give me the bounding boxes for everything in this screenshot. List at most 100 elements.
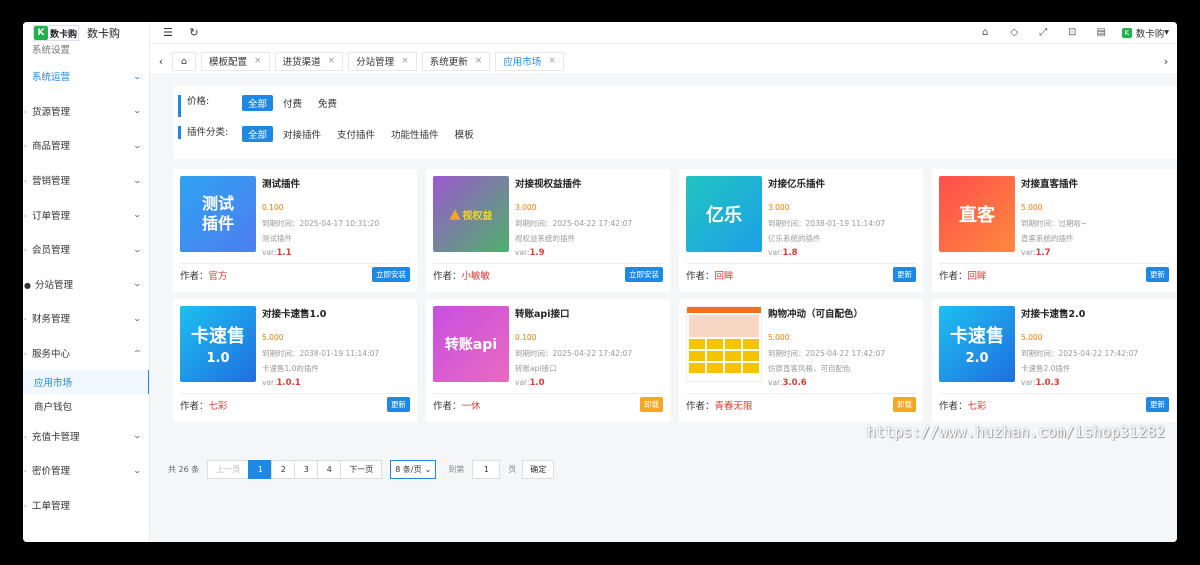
- tab-supply-channel[interactable]: 进货渠道 ×: [274, 51, 344, 71]
- category-option-payment[interactable]: 支付插件: [331, 126, 381, 142]
- plugin-price: 0.100: [262, 203, 284, 212]
- author-label: 作者：: [433, 270, 462, 282]
- sidebar-item-tickets[interactable]: · 工单管理: [23, 488, 149, 523]
- home-icon[interactable]: ⌂: [971, 27, 1000, 38]
- sidebar-item-goods[interactable]: · 商品管理 ⌄: [23, 128, 149, 163]
- sidebar-item-label: 商品管理: [32, 141, 71, 153]
- lock-icon[interactable]: ⊡: [1058, 27, 1087, 38]
- page-button[interactable]: 3: [294, 460, 319, 479]
- sidebar-item-members[interactable]: · 会员管理 ⌄: [23, 232, 149, 267]
- plugin-thumb: 直客: [939, 176, 1015, 252]
- tab-system-update[interactable]: 系统更新 ×: [421, 51, 491, 71]
- close-icon[interactable]: ×: [475, 56, 483, 66]
- plugin-card[interactable]: ▲ 视权益 对接视权益插件 3.000 到期时间：2025-04-22 17:42…: [426, 169, 670, 292]
- tab-label: 进货渠道: [282, 57, 321, 68]
- goto-page-input[interactable]: 1: [472, 460, 501, 479]
- plugin-card[interactable]: 卡速售 1.0 对接卡速售1.0 5.000 到期时间：2038-01-19 11…: [173, 299, 417, 422]
- sidebar-item-substations[interactable]: ● 分站管理 ⌄: [23, 267, 149, 302]
- version-prefix: var:: [1021, 378, 1036, 387]
- prev-page-button[interactable]: 上一页: [207, 460, 250, 479]
- trash-icon[interactable]: ▤: [1087, 27, 1116, 38]
- tabs-scroll-right-icon[interactable]: ›: [1155, 55, 1177, 68]
- version-prefix: var:: [768, 378, 783, 387]
- sidebar-item-ops[interactable]: 系统运营 ⌄: [23, 59, 149, 94]
- fullscreen-icon[interactable]: ⤢: [1029, 27, 1058, 38]
- author-name: 七彩: [208, 400, 228, 412]
- page-button[interactable]: 1: [248, 460, 273, 479]
- refresh-icon[interactable]: ↻: [186, 26, 202, 39]
- category-option-all[interactable]: 全部: [242, 126, 274, 142]
- sidebar-subitem-app-market[interactable]: 应用市场: [23, 370, 149, 395]
- install-button[interactable]: 立即安装: [625, 267, 663, 282]
- price-option-paid[interactable]: 付费: [277, 95, 308, 111]
- user-menu[interactable]: K 数卡购 ▾: [1121, 26, 1169, 40]
- tab-app-market[interactable]: 应用市场 ×: [495, 51, 564, 71]
- close-icon[interactable]: ×: [401, 56, 409, 66]
- plugin-card[interactable]: 测试插件 测试插件 0.100 到期时间：2025-04-17 10:31:20…: [173, 169, 417, 292]
- install-button[interactable]: 立即安装: [372, 267, 410, 282]
- plugin-desc: 转账api接口: [515, 364, 557, 373]
- menu-icon: ·: [24, 246, 27, 256]
- sidebar-item-service-center[interactable]: · 服务中心 ⌃: [23, 336, 149, 371]
- tab-label: 模板配置: [209, 57, 248, 68]
- collapse-menu-icon[interactable]: ☰: [160, 26, 176, 39]
- price-option-free[interactable]: 免费: [312, 95, 343, 111]
- plugin-expire: 到期时间：2038-01-19 11:14:07: [768, 219, 886, 228]
- close-icon[interactable]: ×: [548, 56, 556, 66]
- tab-template-config[interactable]: 模板配置 ×: [201, 51, 270, 71]
- category-option-functional[interactable]: 功能性插件: [385, 126, 445, 142]
- update-button[interactable]: 更新: [1146, 397, 1169, 412]
- page-button[interactable]: 4: [317, 460, 342, 479]
- author-label: 作者：: [180, 270, 209, 282]
- sidebar-item-finance[interactable]: · 财务管理 ⌄: [23, 301, 149, 336]
- tag-icon[interactable]: ◇: [1000, 27, 1029, 38]
- chevron-down-icon: ⌄: [424, 465, 432, 474]
- plugin-author: 作者：七彩: [939, 398, 987, 412]
- sidebar-item-recharge[interactable]: · 充值卡管理 ⌄: [23, 418, 149, 453]
- tab-home[interactable]: ⌂: [172, 51, 197, 71]
- sidebar-item-orders[interactable]: · 订单管理 ⌄: [23, 197, 149, 232]
- author-name: 小敏敏: [461, 270, 491, 282]
- plugin-thumb: 卡速售 1.0: [180, 306, 256, 382]
- sidebar-item-supply[interactable]: · 货源管理 ⌄: [23, 94, 149, 129]
- uninstall-button[interactable]: 卸载: [893, 397, 916, 412]
- plugin-card[interactable]: 直客 对接直客插件 5.000 到期时间：过期啦~ 直客系统的插件 var:1.…: [932, 169, 1176, 292]
- plugin-card[interactable]: 购物冲动（可自配色） 5.000 到期时间：2025-04-22 17:42:0…: [679, 299, 923, 422]
- logo[interactable]: K 数卡购 数卡购: [23, 22, 149, 44]
- menu-icon: ·: [24, 177, 27, 187]
- page-size-select[interactable]: 8 条/页 ⌄: [390, 460, 437, 479]
- tab-label: 应用市场: [503, 57, 542, 68]
- author-label: 作者：: [939, 400, 968, 412]
- sidebar-item-marketing[interactable]: · 营销管理 ⌄: [23, 163, 149, 198]
- plugin-thumb: [686, 306, 762, 382]
- play-icon: ▲: [449, 206, 461, 222]
- close-icon[interactable]: ×: [328, 56, 336, 66]
- uninstall-button[interactable]: 卸载: [640, 397, 663, 412]
- page-button[interactable]: 2: [271, 460, 296, 479]
- category-option-template[interactable]: 模板: [449, 126, 480, 142]
- sidebar-item-label: 工单管理: [32, 500, 71, 512]
- plugin-version: var:1.0: [515, 378, 545, 388]
- plugin-price: 5.000: [1021, 333, 1043, 342]
- page-jump: 到第 1 页: [448, 460, 516, 479]
- sidebar-subitem-wallet[interactable]: 商户钱包: [23, 394, 149, 418]
- next-page-button[interactable]: 下一页: [340, 460, 383, 479]
- update-button[interactable]: 更新: [387, 397, 410, 412]
- thumb-tile: [743, 339, 759, 349]
- close-icon[interactable]: ×: [254, 56, 262, 66]
- main-content: 价格: 全部 付费 免费 插件分类: 全部 对接插件 支付插件 功能性插件 模板…: [150, 76, 1177, 542]
- plugin-card[interactable]: 转账api 转账api接口 0.100 到期时间：2025-04-22 17:4…: [426, 299, 670, 422]
- tabs-scroll-left-icon[interactable]: ‹: [150, 55, 172, 68]
- thumb-tile: [707, 351, 723, 361]
- sidebar-item-secret-price[interactable]: · 密价管理 ⌄: [23, 453, 149, 488]
- confirm-button[interactable]: 确定: [522, 460, 555, 479]
- category-option-connector[interactable]: 对接插件: [277, 126, 327, 142]
- price-option-all[interactable]: 全部: [242, 95, 274, 111]
- tab-substation[interactable]: 分站管理 ×: [348, 51, 417, 71]
- update-button[interactable]: 更新: [1146, 267, 1169, 282]
- update-button[interactable]: 更新: [893, 267, 916, 282]
- plugin-card[interactable]: 卡速售 2.0 对接卡速售2.0 5.000 到期时间：2025-04-22 17…: [932, 299, 1176, 422]
- plugin-card[interactable]: 亿乐 对接亿乐插件 3.000 到期时间：2038-01-19 11:14:07…: [679, 169, 923, 292]
- plugin-footer: 作者：青春无限 卸载: [686, 393, 916, 415]
- pagination: 共 26 条 上一页 1 2 3 4 下一页 8 条/页 ⌄ 到第 1 页 确定: [168, 460, 555, 479]
